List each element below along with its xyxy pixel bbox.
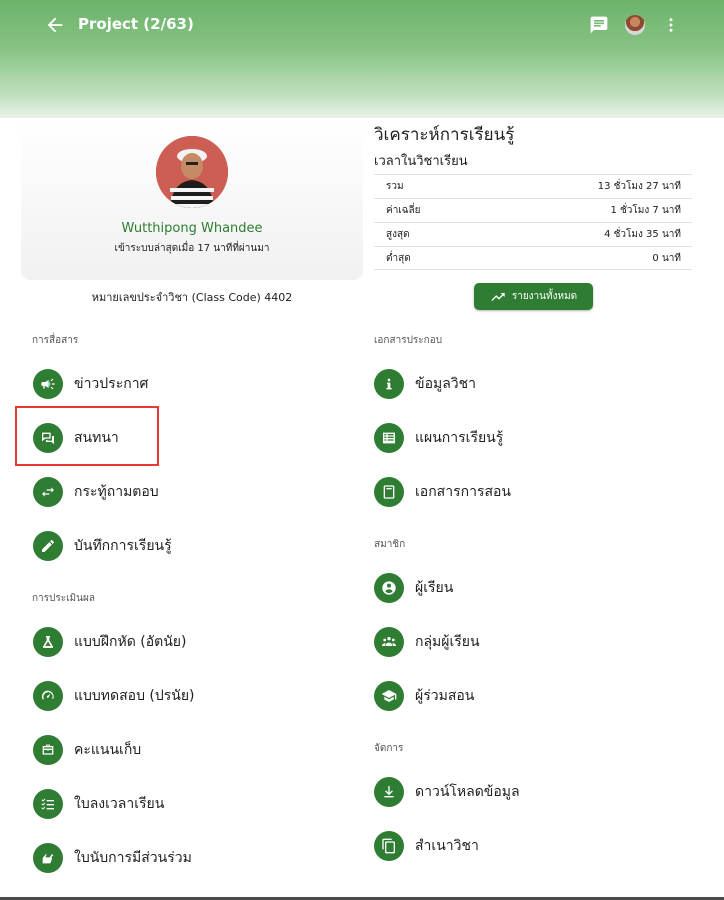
- flask-icon: [33, 627, 63, 657]
- menu-scores[interactable]: คะแนนเก็บ: [33, 735, 141, 765]
- profile-photo: [156, 136, 228, 208]
- pencil-icon: [33, 531, 63, 561]
- section-documents: เอกสารประกอบ: [374, 335, 443, 346]
- back-arrow-icon[interactable]: [44, 14, 66, 36]
- stat-row-max: สูงสุด 4 ชั่วโมง 35 นาที: [374, 222, 692, 246]
- speedometer-icon: [33, 681, 63, 711]
- highlight-box: [15, 406, 159, 466]
- menu-course-info[interactable]: ข้อมูลวิชา: [374, 369, 476, 399]
- menu-exercise[interactable]: แบบฝึกหัด (อัตนัย): [33, 627, 186, 657]
- group-icon: [374, 627, 404, 657]
- menu-label: กระทู้ถามตอบ: [74, 484, 159, 500]
- stat-value: 0 นาที: [652, 252, 681, 264]
- menu-label: บันทึกการเรียนรู้: [74, 538, 172, 554]
- graduation-cap-icon: [374, 681, 404, 711]
- menu-student-groups[interactable]: กลุ่มผู้เรียน: [374, 627, 480, 657]
- stat-row-total: รวม 13 ชั่วโมง 27 นาที: [374, 174, 692, 198]
- info-icon: [374, 369, 404, 399]
- menu-download-data[interactable]: ดาวน์โหลดข้อมูล: [374, 777, 520, 807]
- swap-arrows-icon: [33, 477, 63, 507]
- more-vert-icon[interactable]: [662, 15, 680, 35]
- class-code-text: หมายเลขประจำวิชา (Class Code) 4402: [91, 291, 293, 304]
- menu-label: ผู้ร่วมสอน: [415, 688, 475, 704]
- table-icon: [374, 423, 404, 453]
- study-time-table: รวม 13 ชั่วโมง 27 นาที ค่าเฉลี่ย 1 ชั่วโ…: [374, 174, 692, 270]
- menu-label: แผนการเรียนรู้: [415, 430, 504, 446]
- user-avatar[interactable]: [625, 15, 645, 35]
- menu-label: ผู้เรียน: [415, 580, 454, 596]
- stat-row-average: ค่าเฉลี่ย 1 ชั่วโมง 7 นาที: [374, 198, 692, 222]
- section-manage: จัดการ: [374, 743, 404, 754]
- section-communication: การสื่อสาร: [32, 335, 79, 346]
- download-icon: [374, 777, 404, 807]
- menu-label: สำเนาวิชา: [415, 838, 479, 854]
- megaphone-icon: [33, 369, 63, 399]
- section-evaluation: การประเมินผล: [32, 593, 95, 604]
- menu-attendance[interactable]: ใบลงเวลาเรียน: [33, 789, 164, 819]
- app-bar: Project (2/63): [0, 0, 724, 118]
- stat-label: ต่ำสุด: [386, 252, 411, 264]
- page-title: Project (2/63): [78, 15, 194, 33]
- trending-up-icon: [491, 292, 505, 301]
- menu-label: เอกสารการสอน: [415, 484, 511, 500]
- menu-label: ดาวน์โหลดข้อมูล: [415, 784, 520, 800]
- section-members: สมาชิก: [374, 539, 406, 550]
- profile-name: Wutthipong Whandee: [121, 221, 263, 236]
- menu-label: คะแนนเก็บ: [74, 742, 142, 758]
- study-time-subtitle: เวลาในวิชาเรียน: [374, 154, 468, 169]
- menu-qa-board[interactable]: กระทู้ถามตอบ: [33, 477, 159, 507]
- menu-learning-plan[interactable]: แผนการเรียนรู้: [374, 423, 503, 453]
- briefcase-icon: [33, 735, 63, 765]
- menu-announcements[interactable]: ข่าวประกาศ: [33, 369, 148, 399]
- menu-students[interactable]: ผู้เรียน: [374, 573, 453, 603]
- stat-label: สูงสุด: [386, 229, 410, 240]
- stat-value: 1 ชั่วโมง 7 นาที: [610, 205, 681, 216]
- menu-label: แบบฝึกหัด (อัตนัย): [74, 634, 187, 650]
- menu-quiz[interactable]: แบบทดสอบ (ปรนัย): [33, 681, 195, 711]
- menu-label: กลุ่มผู้เรียน: [415, 634, 480, 650]
- chat-icon[interactable]: [589, 15, 609, 35]
- menu-copy-course[interactable]: สำเนาวิชา: [374, 831, 479, 861]
- stat-label: ค่าเฉลี่ย: [386, 205, 421, 216]
- stat-label: รวม: [386, 181, 404, 192]
- person-icon: [374, 573, 404, 603]
- menu-label: ใบนับการมีส่วนร่วม: [74, 850, 192, 866]
- menu-label: ใบลงเวลาเรียน: [74, 796, 165, 812]
- menu-participation[interactable]: ใบนับการมีส่วนร่วม: [33, 843, 192, 873]
- menu-label: แบบทดสอบ (ปรนัย): [74, 688, 195, 704]
- stat-row-min: ต่ำสุด 0 นาที: [374, 246, 692, 270]
- menu-teaching-docs[interactable]: เอกสารการสอน: [374, 477, 511, 507]
- menu-co-teachers[interactable]: ผู้ร่วมสอน: [374, 681, 474, 711]
- full-report-button[interactable]: รายงานทั้งหมด: [474, 283, 593, 310]
- stat-value: 4 ชั่วโมง 35 นาที: [604, 229, 681, 240]
- menu-label: ข้อมูลวิชา: [415, 376, 477, 392]
- menu-learning-journal[interactable]: บันทึกการเรียนรู้: [33, 531, 172, 561]
- analysis-title: วิเคราะห์การเรียนรู้: [374, 125, 515, 145]
- hand-icon: [33, 843, 63, 873]
- last-login-text: เข้าระบบล่าสุดเมื่อ 17 นาทีที่ผ่านมา: [114, 243, 270, 254]
- copy-icon: [374, 831, 404, 861]
- menu-label: ข่าวประกาศ: [74, 376, 149, 392]
- book-icon: [374, 477, 404, 507]
- stat-value: 13 ชั่วโมง 27 นาที: [597, 181, 681, 192]
- checklist-icon: [33, 789, 63, 819]
- full-report-label: รายงานทั้งหมด: [511, 291, 578, 302]
